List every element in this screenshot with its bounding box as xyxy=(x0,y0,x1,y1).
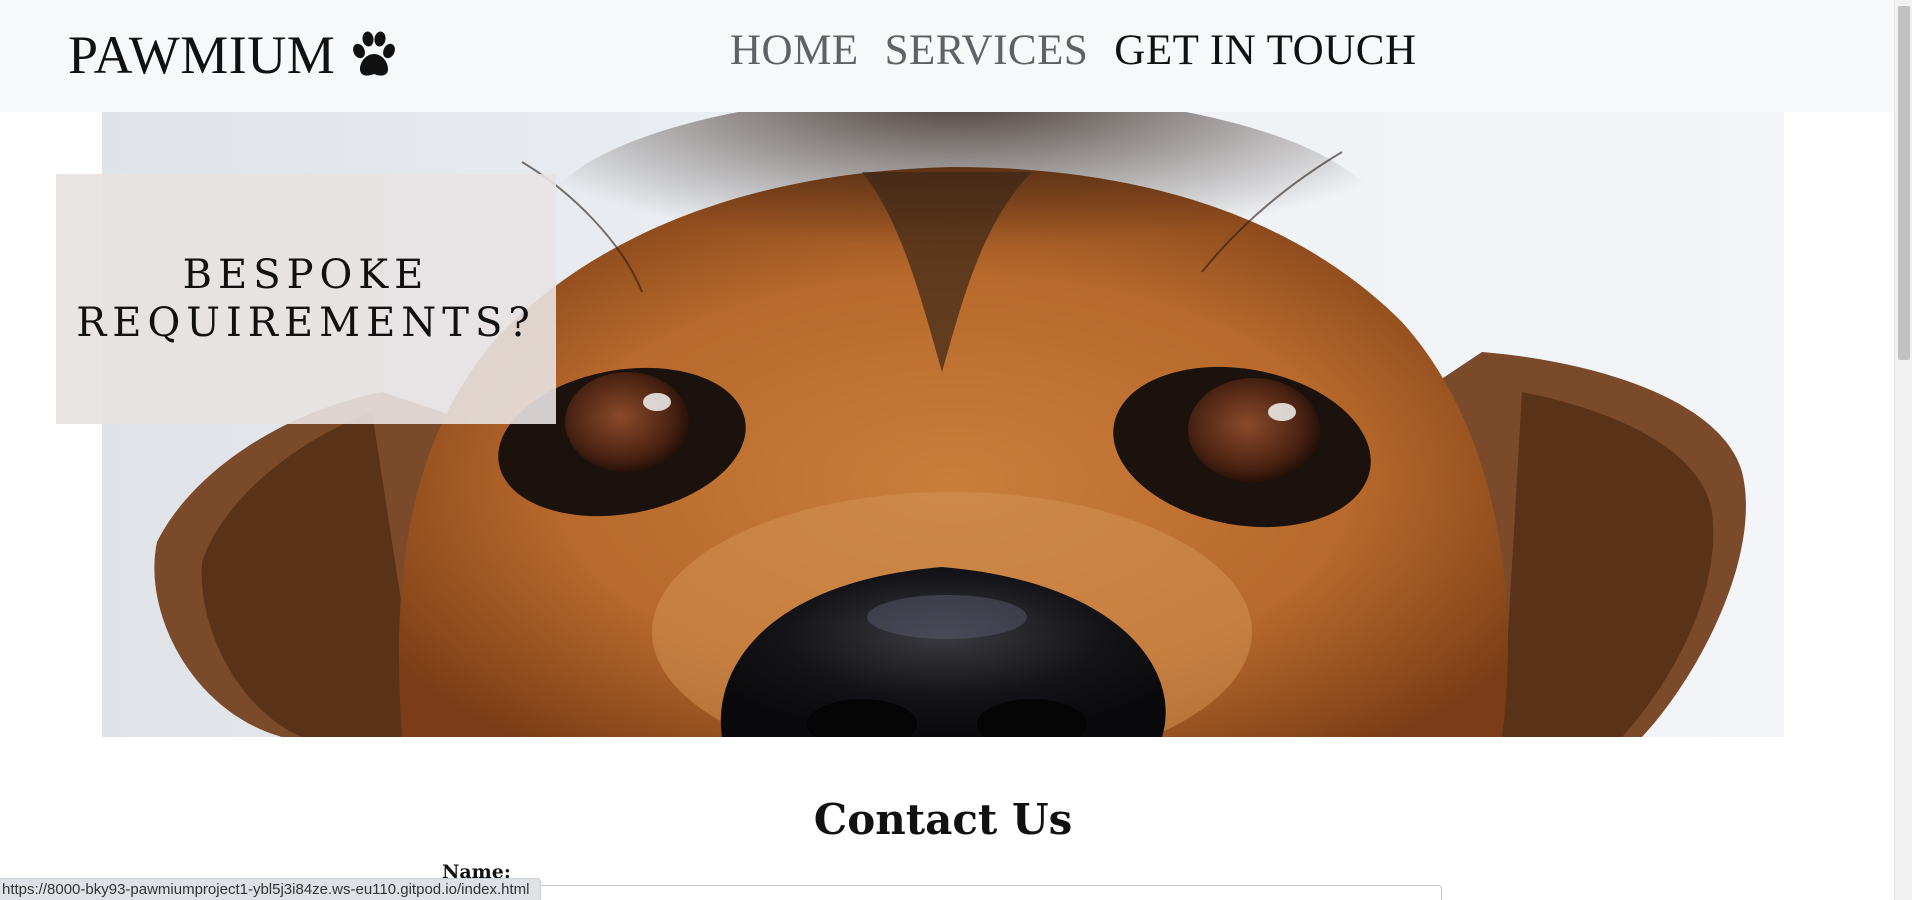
nav-get-in-touch-link[interactable]: GET IN TOUCH xyxy=(1114,26,1416,75)
brand-logo[interactable]: PAWMIUM xyxy=(68,24,399,86)
hero-callout: BESPOKE REQUIREMENTS? xyxy=(56,174,556,424)
hero-callout-text: BESPOKE REQUIREMENTS? xyxy=(76,252,536,346)
navbar: PAWMIUM HOME SERVICES GET IN TOUCH xyxy=(0,0,1894,112)
name-input[interactable] xyxy=(442,885,1442,900)
vertical-scrollbar[interactable] xyxy=(1894,0,1912,900)
status-bar-url: https://8000-bky93-pawmiumproject1-ybl5j… xyxy=(0,878,541,900)
scrollbar-thumb[interactable] xyxy=(1898,6,1910,360)
nav-home-link[interactable]: HOME xyxy=(730,26,859,75)
page: PAWMIUM HOME SERVICES GET IN TOUCH BESPO… xyxy=(0,0,1912,900)
nav-services-link[interactable]: SERVICES xyxy=(885,26,1089,75)
main-nav: HOME SERVICES GET IN TOUCH xyxy=(730,26,1417,75)
contact-title: Contact Us xyxy=(813,795,1073,844)
paw-icon xyxy=(349,31,399,79)
brand-name: PAWMIUM xyxy=(68,25,336,85)
